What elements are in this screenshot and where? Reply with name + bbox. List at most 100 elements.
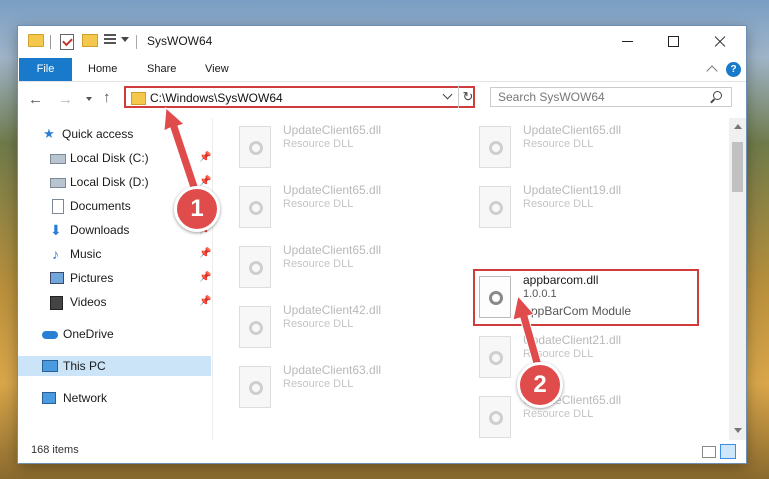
dll-file-icon xyxy=(479,186,511,228)
sidebar-item-label: Videos xyxy=(70,295,107,309)
dll-file-icon xyxy=(239,246,271,288)
explorer-window: SysWOW64 File Home Share View ? ← → ↑ C:… xyxy=(18,26,746,463)
dll-file-icon xyxy=(239,126,271,168)
star-icon: ★ xyxy=(43,126,55,141)
file-item[interactable]: UpdateClient65.dll Resource DLL xyxy=(235,180,459,236)
gear-icon xyxy=(249,201,263,215)
search-input[interactable]: Search SysWOW64 xyxy=(490,87,732,107)
vertical-scrollbar[interactable] xyxy=(729,118,746,440)
tab-home[interactable]: Home xyxy=(88,58,117,81)
sidebar-item-pictures[interactable]: Pictures 📌 xyxy=(50,268,212,288)
dll-file-icon xyxy=(479,396,511,438)
file-name: UpdateClient65.dll xyxy=(283,183,382,197)
network-icon xyxy=(42,392,56,404)
scroll-up-icon[interactable] xyxy=(734,124,742,129)
pin-icon: 📌 xyxy=(199,272,212,283)
file-name: UpdateClient65.dll xyxy=(523,123,622,137)
file-item[interactable]: UpdateClient19.dll Resource DLL xyxy=(475,180,699,236)
sidebar-item-network[interactable]: Network xyxy=(42,388,212,408)
help-icon[interactable]: ? xyxy=(726,62,741,77)
up-button[interactable]: ↑ xyxy=(103,89,111,106)
file-item[interactable]: UpdateClient21.dll Resource DLL xyxy=(475,330,699,386)
sidebar-item-label: Quick access xyxy=(62,127,134,141)
file-item[interactable]: UpdateClient65.dll Resource DLL xyxy=(235,240,459,296)
chevron-down-icon[interactable] xyxy=(442,89,453,100)
file-item[interactable]: UpdateClient65.dll Resource DLL xyxy=(475,120,699,176)
tab-file[interactable]: File xyxy=(19,58,72,81)
file-description: Resource DLL xyxy=(523,198,594,210)
sidebar-item-this-pc[interactable]: This PC xyxy=(18,356,211,376)
videos-icon xyxy=(50,296,63,310)
file-name: UpdateClient65.dll xyxy=(283,243,382,257)
scroll-down-icon[interactable] xyxy=(734,428,742,433)
address-path[interactable]: C:\Windows\SysWOW64 xyxy=(150,91,283,105)
file-item[interactable]: UpdateClient65.dll Resource DLL xyxy=(475,390,699,440)
file-description: Resource DLL xyxy=(283,318,354,330)
refresh-button[interactable]: ↻ xyxy=(458,86,477,108)
navigation-bar: ← → ↑ C:\Windows\SysWOW64 ↻ Search SysWO… xyxy=(18,82,746,116)
toolbar-separator xyxy=(50,35,51,49)
file-name: UpdateClient19.dll xyxy=(523,183,622,197)
pc-icon xyxy=(42,360,58,372)
customize-quick-access-icon[interactable] xyxy=(121,37,129,42)
sidebar-item-music[interactable]: ♪ Music 📌 xyxy=(50,244,212,264)
gear-icon xyxy=(249,321,263,335)
gear-icon xyxy=(489,351,503,365)
status-bar: 168 items xyxy=(18,440,746,463)
dll-file-icon xyxy=(479,126,511,168)
sidebar-item-label: Local Disk (C:) xyxy=(70,151,149,165)
file-item[interactable]: UpdateClient42.dll Resource DLL xyxy=(235,300,459,356)
file-description: Resource DLL xyxy=(283,138,354,150)
tiles-view-icon[interactable] xyxy=(720,444,736,459)
gear-icon xyxy=(249,261,263,275)
sidebar-item-label: Downloads xyxy=(70,223,130,237)
file-list: UpdateClient65.dll Resource DLL UpdateCl… xyxy=(213,118,729,440)
folder-icon xyxy=(28,34,44,47)
sidebar-item-quick-access[interactable]: ★ Quick access xyxy=(42,124,212,144)
onedrive-icon xyxy=(42,331,58,339)
folder-icon xyxy=(131,92,146,105)
documents-icon xyxy=(52,199,64,214)
address-bar[interactable]: C:\Windows\SysWOW64 ↻ xyxy=(124,86,475,108)
file-item[interactable]: UpdateClient63.dll Resource DLL xyxy=(235,360,459,416)
forward-button[interactable]: → xyxy=(58,91,73,108)
navigation-pane: ★ Quick access Local Disk (C:) 📌 Local D… xyxy=(18,118,213,440)
sidebar-item-label: Local Disk (D:) xyxy=(70,175,149,189)
properties-check-icon[interactable] xyxy=(60,34,74,50)
tab-share[interactable]: Share xyxy=(147,58,176,81)
search-icon[interactable] xyxy=(713,91,722,100)
maximize-button[interactable] xyxy=(651,26,697,56)
search-placeholder: Search SysWOW64 xyxy=(498,90,605,104)
sidebar-item-local-disk-c[interactable]: Local Disk (C:) 📌 xyxy=(50,148,212,168)
pin-icon: 📌 xyxy=(199,248,212,259)
close-button[interactable] xyxy=(697,26,743,56)
window-title: SysWOW64 xyxy=(147,34,213,48)
dll-file-icon xyxy=(239,366,271,408)
properties-icon[interactable] xyxy=(104,34,116,46)
file-description: Resource DLL xyxy=(283,378,354,390)
sidebar-item-onedrive[interactable]: OneDrive xyxy=(42,324,212,344)
sidebar-item-videos[interactable]: Videos 📌 xyxy=(50,292,212,312)
gear-icon xyxy=(489,141,503,155)
sidebar-item-label: Documents xyxy=(70,199,131,213)
drive-icon xyxy=(50,178,66,188)
file-name: UpdateClient65.dll xyxy=(283,123,382,137)
file-item[interactable]: UpdateClient65.dll Resource DLL xyxy=(235,120,459,176)
scrollbar-thumb[interactable] xyxy=(732,142,743,192)
minimize-button[interactable] xyxy=(605,26,651,56)
title-separator xyxy=(136,35,137,49)
file-description: Resource DLL xyxy=(523,138,594,150)
new-folder-icon[interactable] xyxy=(82,34,98,47)
recent-locations-icon[interactable] xyxy=(86,97,92,101)
pin-icon: 📌 xyxy=(199,296,212,307)
expand-ribbon-icon[interactable] xyxy=(706,65,718,77)
details-view-icon[interactable] xyxy=(702,446,716,458)
tab-view[interactable]: View xyxy=(205,58,229,81)
back-button[interactable]: ← xyxy=(28,91,43,108)
item-count: 168 items xyxy=(31,444,79,456)
music-icon: ♪ xyxy=(52,246,59,262)
dll-file-icon xyxy=(479,336,511,378)
gear-icon xyxy=(489,201,503,215)
sidebar-item-label: This PC xyxy=(63,359,106,373)
gear-icon xyxy=(489,411,503,425)
